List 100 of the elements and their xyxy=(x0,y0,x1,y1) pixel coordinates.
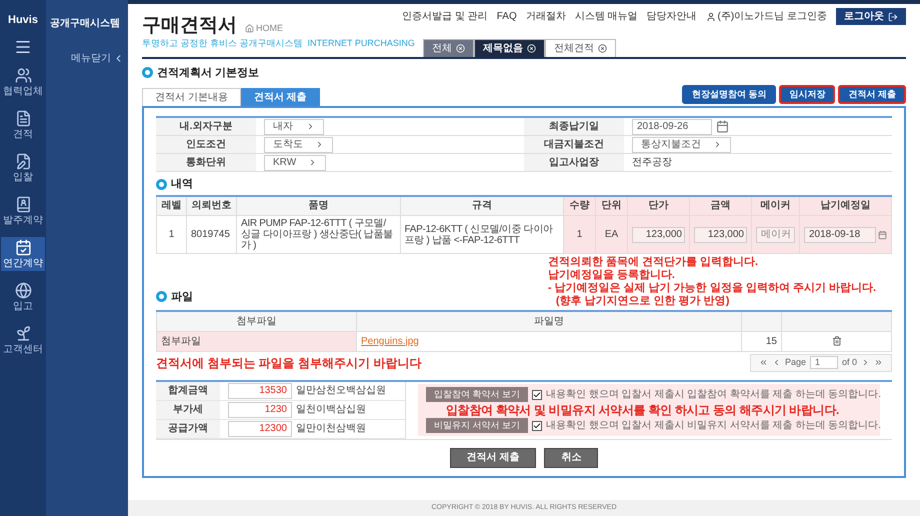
table-cell: EA xyxy=(596,216,628,254)
column-header: 첨부파일 xyxy=(156,311,356,331)
column-header: 수량 xyxy=(564,196,596,216)
check-icon xyxy=(533,390,542,398)
agreement-text: 내용확인 했으며 입찰서 제출시 비밀유지 서약서를 제출 하는데 동의합니다. xyxy=(546,419,882,433)
section-title: 파일 xyxy=(171,290,193,304)
maker-field[interactable]: 메이커 xyxy=(756,226,795,242)
page-field[interactable]: 1 xyxy=(810,356,838,369)
top-link[interactable]: FAQ xyxy=(496,9,517,24)
top-link[interactable]: 담당자안내 xyxy=(646,9,697,24)
form-label: 최종납기일 xyxy=(524,118,624,136)
annotation-text: - 납기예정일은 실제 납기 가능한 일정을 입력하여 주시기 바랍니다. xyxy=(548,282,876,295)
amount-field[interactable]: 123,000 xyxy=(694,226,747,242)
annotation-text: 입찰참여 확약서 및 비밀유지 서약서를 확인 하시고 동의 해주시기 바랍니다. xyxy=(445,403,840,417)
sidebar-item[interactable]: 연간계약 xyxy=(1,236,45,270)
form-button[interactable]: 견적서 제출 xyxy=(450,448,536,468)
check-icon xyxy=(533,422,542,430)
bullet-icon xyxy=(156,178,167,190)
form-label: 공급가액 xyxy=(156,420,220,438)
table-cell: FAP-12-6KTT ( 신모델/이중 다이아프랑 ) 납품 <-FAP-12-6TTT xyxy=(400,216,564,254)
checkbox[interactable] xyxy=(532,420,542,430)
subtitle: 투명하고 공정한 휴비스 공개구매시스템 INTERNET PURCHASING xyxy=(142,37,415,50)
close-icon[interactable] xyxy=(598,44,607,52)
home-link[interactable]: HOME xyxy=(245,22,283,35)
calendar-check-icon xyxy=(14,238,32,256)
top-link[interactable]: 인증서발급 및 관리 xyxy=(402,9,488,24)
select-field[interactable]: 내자 xyxy=(264,118,324,134)
plant-icon xyxy=(14,324,32,342)
amount-in-words: 일천이백삼십원 xyxy=(296,403,366,417)
view-document-button[interactable]: 비밀유지 서약서 보기 xyxy=(426,418,528,433)
logout-button[interactable]: 로그아웃 xyxy=(836,8,906,25)
amount-in-words: 일만이천삼백원 xyxy=(296,422,366,436)
form-tab[interactable]: 견적서 기본내용 xyxy=(142,88,241,106)
sidebar-item[interactable]: 고객센터 xyxy=(1,322,45,356)
document-icon xyxy=(14,110,32,126)
form-tab[interactable]: 견적서 제출 xyxy=(240,88,320,106)
top-link[interactable]: 시스템 매뉴얼 xyxy=(574,9,638,24)
table-cell: AIR PUMP FAP-12-6TTT ( 구모델/싱글 다이아프랑 ) 생산중단( 납품불가 ) xyxy=(236,216,400,254)
action-button[interactable]: 현장설명참여 동의 xyxy=(682,85,776,104)
pager-label: Page xyxy=(784,356,806,369)
price-field[interactable]: 123,000 xyxy=(632,226,685,242)
page-title: 구매견적서 xyxy=(142,16,237,35)
menu-close-button[interactable]: 메뉴닫기 xyxy=(71,51,124,66)
column-header: 단위 xyxy=(596,196,628,216)
select-field[interactable]: KRW xyxy=(264,154,326,170)
form-label: 합계금액 xyxy=(156,382,220,400)
page-count: of 0 xyxy=(842,356,857,369)
calendar-icon[interactable] xyxy=(878,228,887,240)
form-label: 부가세 xyxy=(156,400,220,418)
sidebar-item[interactable]: 협력업체 xyxy=(1,64,45,98)
agreement-text: 내용확인 했으며 입찰서 제출시 입찰참여 확약서를 제출 하는데 동의합니다. xyxy=(546,388,882,402)
delete-icon[interactable] xyxy=(832,336,842,346)
annotation-text: 견적서에 첨부되는 파일을 첨부해주시기 바랍니다 xyxy=(156,354,422,372)
last-page-icon[interactable] xyxy=(874,358,883,367)
page-tab[interactable]: 전체견적 xyxy=(544,38,616,56)
date-field[interactable]: 2018-09-26 xyxy=(632,118,712,134)
form-label: 통화단위 xyxy=(156,154,256,172)
next-page-icon[interactable] xyxy=(861,358,870,367)
sidebar-item[interactable]: 견적 xyxy=(1,108,45,142)
first-page-icon[interactable] xyxy=(758,358,768,367)
page-tab[interactable]: 제목없음 xyxy=(474,38,545,56)
form-label: 인도조건 xyxy=(156,136,256,154)
date-field[interactable]: 2018-09-18 xyxy=(804,226,876,242)
field-value: 전주공장 xyxy=(632,156,672,170)
table-cell: 첨부파일 xyxy=(156,331,356,351)
table-cell: 1 xyxy=(564,216,596,254)
home-icon xyxy=(245,24,254,33)
logout-icon xyxy=(888,12,898,22)
amount-field[interactable]: 13530 xyxy=(228,382,292,398)
action-button[interactable]: 견적서 제출 xyxy=(838,85,906,104)
bullet-icon xyxy=(156,291,167,302)
select-field[interactable]: 통상지불조건 xyxy=(632,136,731,152)
chevron-icon xyxy=(713,140,722,149)
action-button[interactable]: 임시저장 xyxy=(779,85,836,104)
section-title: 견적계획서 기본정보 xyxy=(157,66,260,80)
page-tab[interactable]: 전체 xyxy=(422,38,474,56)
sidebar-item[interactable]: 입고 xyxy=(1,280,45,314)
calendar-icon[interactable] xyxy=(716,120,729,133)
form-label: 내.외자구분 xyxy=(156,118,256,136)
column-header: 파일명 xyxy=(356,311,742,331)
amount-field[interactable]: 12300 xyxy=(228,420,292,436)
annotation-text: 납기예정일을 등록합니다. xyxy=(548,269,676,282)
table-cell: 15 xyxy=(742,331,782,351)
logo: Huvis xyxy=(8,13,38,28)
column-header: 레벨 xyxy=(156,196,186,216)
form-button[interactable]: 취소 xyxy=(544,448,598,468)
checkbox[interactable] xyxy=(532,390,542,400)
sidebar-item[interactable]: 발주계약 xyxy=(1,194,45,228)
amount-field[interactable]: 1230 xyxy=(228,402,292,418)
table-cell: 1 xyxy=(156,216,186,254)
form-label: 대금지불조건 xyxy=(524,136,624,154)
edit-document-icon xyxy=(14,152,32,170)
top-link[interactable]: 거래절차 xyxy=(526,9,566,24)
annotation-text: (향후 납기지연으로 인한 평가 반영) xyxy=(554,295,730,308)
column-header: 의뢰번호 xyxy=(186,196,236,216)
select-field[interactable]: 도착도 xyxy=(264,136,333,152)
view-document-button[interactable]: 입찰참여 확약서 보기 xyxy=(426,387,528,402)
sidebar-item[interactable]: 입찰 xyxy=(1,150,45,184)
contact-book-icon xyxy=(14,196,32,212)
form-label: 입고사업장 xyxy=(524,154,624,172)
